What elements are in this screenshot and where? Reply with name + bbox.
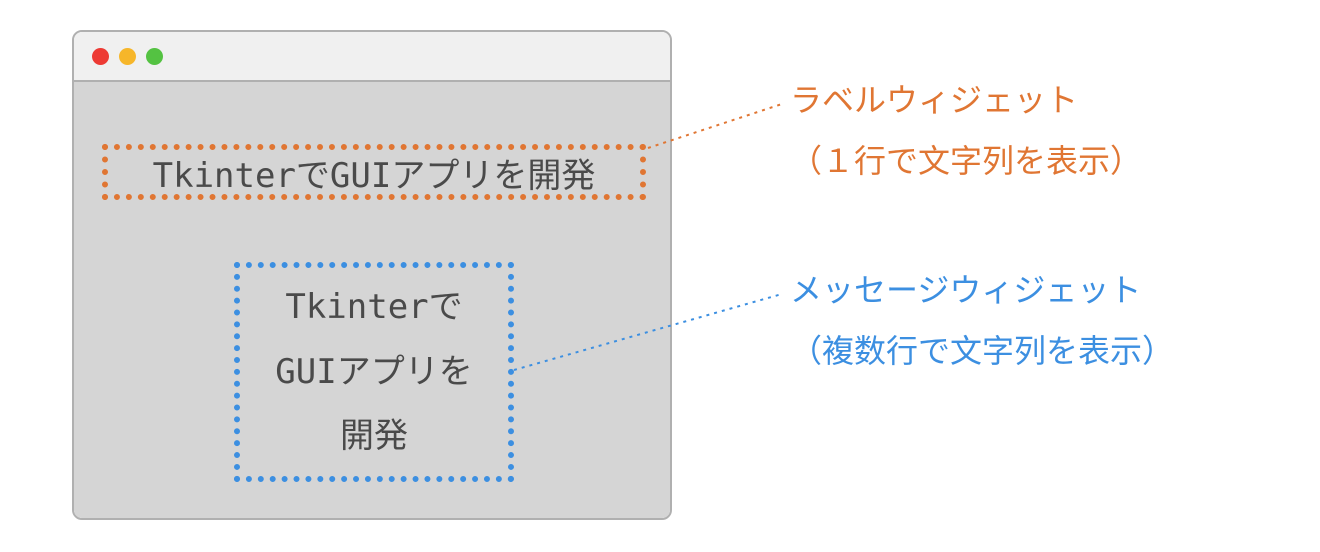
message-annotation: メッセージウィジェット （複数行で文字列を表示） bbox=[790, 260, 1174, 382]
minimize-icon[interactable] bbox=[119, 48, 136, 65]
label-annotation-desc: （１行で文字列を表示） bbox=[790, 143, 1142, 179]
message-widget: Tkinterで GUIアプリを 開発 bbox=[234, 262, 514, 482]
app-window: TkinterでGUIアプリを開発 Tkinterで GUIアプリを 開発 bbox=[72, 30, 672, 520]
message-annotation-desc: （複数行で文字列を表示） bbox=[790, 333, 1174, 369]
label-widget: TkinterでGUIアプリを開発 bbox=[102, 144, 646, 200]
message-line-3: 開発 bbox=[340, 416, 408, 456]
window-body: TkinterでGUIアプリを開発 Tkinterで GUIアプリを 開発 bbox=[74, 82, 670, 518]
label-annotation-title: ラベルウィジェット bbox=[790, 82, 1078, 118]
message-line-1: Tkinterで bbox=[285, 287, 462, 327]
message-annotation-title: メッセージウィジェット bbox=[790, 272, 1141, 308]
label-annotation: ラベルウィジェット （１行で文字列を表示） bbox=[790, 70, 1142, 192]
maximize-icon[interactable] bbox=[146, 48, 163, 65]
label-widget-text: TkinterでGUIアプリを開発 bbox=[153, 148, 596, 197]
message-line-2: GUIアプリを bbox=[275, 352, 472, 392]
message-widget-text: Tkinterで GUIアプリを 開発 bbox=[275, 275, 472, 469]
close-icon[interactable] bbox=[92, 48, 109, 65]
window-titlebar bbox=[74, 32, 670, 82]
